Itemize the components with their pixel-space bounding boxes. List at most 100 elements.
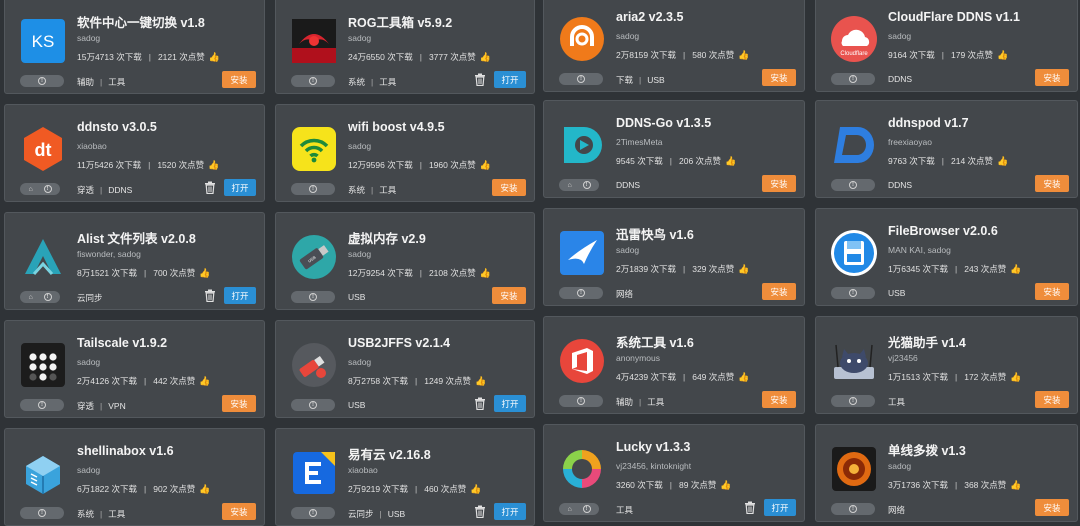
thumbs-up-icon[interactable]: 👍 (480, 160, 491, 171)
info-icon[interactable]: ! (43, 293, 52, 301)
info-pill[interactable]: ! (559, 395, 603, 407)
install-button[interactable]: 安装 (762, 391, 796, 408)
info-icon[interactable]: ! (309, 401, 317, 409)
app-title[interactable]: ROG工具箱 v5.9.2 (348, 12, 452, 31)
info-icon[interactable]: ! (577, 289, 585, 297)
install-button[interactable]: 安装 (1035, 391, 1069, 408)
install-button[interactable]: 安装 (1035, 69, 1069, 86)
open-button[interactable]: 打开 (494, 71, 526, 88)
app-title[interactable]: Lucky v1.3.3 (616, 440, 690, 454)
trash-icon[interactable] (474, 505, 486, 518)
app-title[interactable]: 单线多拨 v1.3 (888, 440, 966, 459)
thumbs-up-icon[interactable]: 👍 (1010, 264, 1021, 275)
trash-icon[interactable] (474, 397, 486, 410)
info-pill[interactable]: ! (20, 507, 64, 519)
info-icon[interactable]: ! (577, 75, 585, 83)
app-title[interactable]: 易有云 v2.16.8 (348, 444, 431, 463)
info-icon[interactable]: ! (309, 293, 317, 301)
info-pill[interactable]: ! (831, 395, 875, 407)
open-button[interactable]: 打开 (494, 503, 526, 520)
app-title[interactable]: DDNS-Go v1.3.5 (616, 116, 711, 130)
thumbs-up-icon[interactable]: 👍 (997, 50, 1008, 61)
info-pill[interactable]: ! (559, 73, 603, 85)
app-title[interactable]: FileBrowser v2.0.6 (888, 224, 998, 238)
info-pill[interactable]: ⌂! (559, 179, 599, 191)
thumbs-up-icon[interactable]: 👍 (1010, 480, 1021, 491)
info-pill[interactable]: ! (20, 75, 64, 87)
app-title[interactable]: Tailscale v1.9.2 (77, 336, 167, 350)
open-button[interactable]: 打开 (764, 499, 796, 516)
home-icon[interactable]: ⌂ (28, 186, 32, 193)
install-button[interactable]: 安装 (1035, 499, 1069, 516)
app-title[interactable]: 软件中心一键切换 v1.8 (77, 12, 205, 31)
info-icon[interactable]: ! (849, 289, 857, 297)
info-pill[interactable]: ! (559, 287, 603, 299)
thumbs-up-icon[interactable]: 👍 (997, 156, 1008, 167)
info-pill[interactable]: ! (20, 399, 64, 411)
thumbs-up-icon[interactable]: 👍 (209, 52, 220, 63)
install-button[interactable]: 安装 (762, 69, 796, 86)
thumbs-up-icon[interactable]: 👍 (720, 480, 731, 491)
install-button[interactable]: 安装 (492, 287, 526, 304)
info-icon[interactable]: ! (38, 401, 46, 409)
home-icon[interactable]: ⌂ (567, 182, 571, 189)
info-icon[interactable]: ! (849, 505, 857, 513)
app-title[interactable]: wifi boost v4.9.5 (348, 120, 445, 134)
thumbs-up-icon[interactable]: 👍 (725, 156, 736, 167)
info-icon[interactable]: ! (849, 181, 857, 189)
info-pill[interactable]: ! (291, 507, 335, 519)
thumbs-up-icon[interactable]: 👍 (470, 484, 481, 495)
install-button[interactable]: 安装 (222, 395, 256, 412)
info-pill[interactable]: ⌂! (559, 503, 599, 515)
open-button[interactable]: 打开 (224, 287, 256, 304)
open-button[interactable]: 打开 (224, 179, 256, 196)
info-icon[interactable]: ! (582, 505, 591, 513)
trash-icon[interactable] (474, 73, 486, 86)
info-icon[interactable]: ! (582, 181, 591, 189)
trash-icon[interactable] (204, 181, 216, 194)
app-title[interactable]: 虚拟内存 v2.9 (348, 228, 426, 247)
info-pill[interactable]: ⌂! (20, 291, 60, 303)
open-button[interactable]: 打开 (494, 395, 526, 412)
app-title[interactable]: CloudFlare DDNS v1.1 (888, 10, 1020, 24)
thumbs-up-icon[interactable]: 👍 (480, 268, 491, 279)
info-pill[interactable]: ! (291, 183, 335, 195)
install-button[interactable]: 安装 (222, 71, 256, 88)
app-title[interactable]: 系统工具 v1.6 (616, 332, 694, 351)
info-icon[interactable]: ! (309, 509, 317, 517)
info-icon[interactable]: ! (38, 77, 46, 85)
info-pill[interactable]: ⌂! (20, 183, 60, 195)
app-title[interactable]: Alist 文件列表 v2.0.8 (77, 228, 196, 247)
info-icon[interactable]: ! (849, 75, 857, 83)
install-button[interactable]: 安装 (492, 179, 526, 196)
install-button[interactable]: 安装 (1035, 175, 1069, 192)
app-title[interactable]: 迅雷快鸟 v1.6 (616, 224, 694, 243)
app-title[interactable]: 光猫助手 v1.4 (888, 332, 966, 351)
info-icon[interactable]: ! (309, 185, 317, 193)
trash-icon[interactable] (744, 501, 756, 514)
info-icon[interactable]: ! (849, 397, 857, 405)
info-icon[interactable]: ! (38, 509, 46, 517)
thumbs-up-icon[interactable]: 👍 (1010, 372, 1021, 383)
info-pill[interactable]: ! (291, 399, 335, 411)
info-icon[interactable]: ! (43, 185, 52, 193)
trash-icon[interactable] (204, 289, 216, 302)
home-icon[interactable]: ⌂ (567, 506, 571, 513)
app-title[interactable]: ddnsto v3.0.5 (77, 120, 157, 134)
install-button[interactable]: 安装 (762, 283, 796, 300)
install-button[interactable]: 安装 (1035, 283, 1069, 300)
thumbs-up-icon[interactable]: 👍 (199, 376, 210, 387)
info-pill[interactable]: ! (831, 179, 875, 191)
info-pill[interactable]: ! (831, 73, 875, 85)
thumbs-up-icon[interactable]: 👍 (738, 50, 749, 61)
thumbs-up-icon[interactable]: 👍 (480, 52, 491, 63)
info-icon[interactable]: ! (309, 77, 317, 85)
install-button[interactable]: 安装 (222, 503, 256, 520)
info-icon[interactable]: ! (577, 397, 585, 405)
info-pill[interactable]: ! (831, 503, 875, 515)
thumbs-up-icon[interactable]: 👍 (738, 372, 749, 383)
thumbs-up-icon[interactable]: 👍 (208, 160, 219, 171)
home-icon[interactable]: ⌂ (28, 294, 32, 301)
install-button[interactable]: 安装 (762, 175, 796, 192)
app-title[interactable]: ddnspod v1.7 (888, 116, 969, 130)
